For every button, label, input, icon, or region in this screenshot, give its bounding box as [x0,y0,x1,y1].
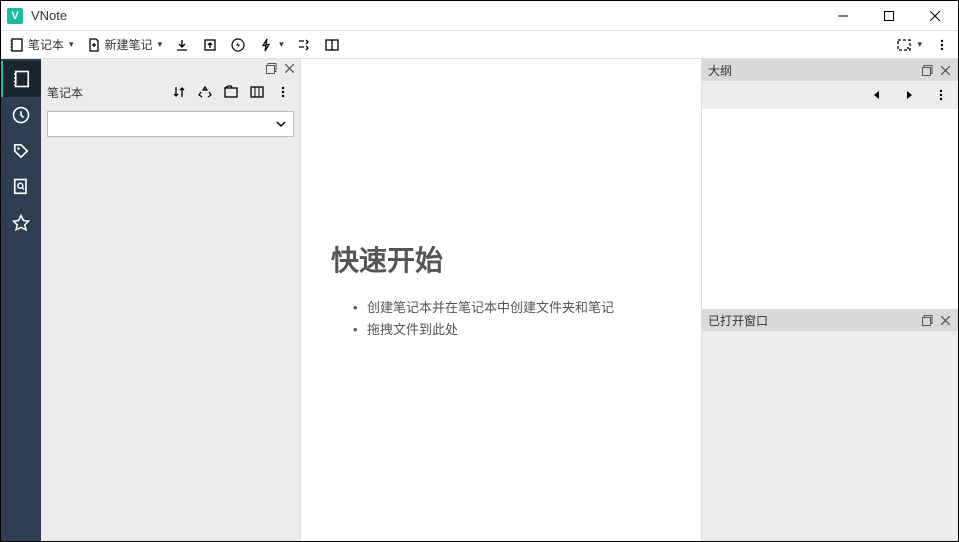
window-controls [820,1,958,31]
kebab-icon [934,37,950,53]
task-icon [296,37,312,53]
notebook-menu-label: 笔记本 [28,36,64,53]
activity-tag-button[interactable] [1,133,41,169]
chevron-down-icon: ▾ [279,39,284,50]
outline-close-icon[interactable] [938,63,952,77]
outline-menu-button[interactable] [930,84,952,106]
export-icon [202,37,218,53]
task-button[interactable] [292,33,316,57]
fullscreen-icon [896,37,912,53]
activity-history-button[interactable] [1,97,41,133]
quickstart-item: 拖拽文件到此处 [367,319,681,341]
outline-toolbar [702,81,958,109]
main-editor-area: 快速开始 创建笔记本并在笔记本中创建文件夹和笔记 拖拽文件到此处 [301,59,701,541]
notebook-selector-dropdown[interactable] [47,111,294,137]
notebook-selector-row [41,107,300,141]
notebook-panel-header: 笔记本 [41,77,300,107]
bolt-icon [258,37,274,53]
panel-restore-icon[interactable] [264,61,278,75]
new-note-button[interactable]: 新建笔记 ▾ [82,33,167,57]
outline-prev-button[interactable] [866,84,888,106]
chevron-down-icon [275,118,287,130]
menu-overflow-button[interactable] [930,33,954,57]
activity-notebook-button[interactable] [1,61,41,97]
panel-top-controls [41,59,300,77]
panel-close-icon[interactable] [282,61,296,75]
explore-button[interactable] [220,81,242,103]
notebook-panel: 笔记本 [41,59,301,541]
open-windows-close-icon[interactable] [938,313,952,327]
open-windows-section-header: 已打开窗口 [702,309,958,331]
activity-bar [1,59,41,541]
outline-restore-icon[interactable] [920,63,934,77]
main-toolbar: 笔记本 ▾ 新建笔记 ▾ ▾ [1,31,958,59]
sort-button[interactable] [168,81,190,103]
open-windows-body [702,331,958,541]
expand-icon [324,37,340,53]
chevron-down-icon: ▾ [69,39,74,50]
quick-action-button[interactable]: ▾ [254,33,288,57]
right-panel: 大纲 已打开窗口 [701,59,958,541]
open-windows-title: 已打开窗口 [708,312,768,329]
lightning-icon [230,37,246,53]
new-file-icon [86,37,102,53]
quickstart-item: 创建笔记本并在笔记本中创建文件夹和笔记 [367,297,681,319]
import-button[interactable] [170,33,194,57]
activity-snippet-button[interactable] [1,205,41,241]
notebook-panel-title: 笔记本 [47,84,164,101]
outline-section-header: 大纲 [702,59,958,81]
notebook-icon [9,37,25,53]
fullscreen-button[interactable]: ▾ [892,33,926,57]
app-icon: V [7,8,23,24]
view-toggle-button[interactable] [246,81,268,103]
maximize-button[interactable] [866,1,912,31]
open-windows-restore-icon[interactable] [920,313,934,327]
outline-title: 大纲 [708,62,732,79]
export-button[interactable] [198,33,222,57]
chevron-down-icon: ▾ [917,39,922,50]
import-icon [174,37,190,53]
expand-button[interactable] [320,33,344,57]
recycle-button[interactable] [194,81,216,103]
close-button[interactable] [912,1,958,31]
panel-menu-button[interactable] [272,81,294,103]
flash-button[interactable] [226,33,250,57]
titlebar: V VNote [1,1,958,31]
quickstart-list: 创建笔记本并在笔记本中创建文件夹和笔记 拖拽文件到此处 [331,297,681,341]
outline-next-button[interactable] [898,84,920,106]
minimize-button[interactable] [820,1,866,31]
chevron-down-icon: ▾ [158,39,163,50]
activity-search-button[interactable] [1,169,41,205]
new-note-label: 新建笔记 [105,36,153,53]
outline-body [702,109,958,309]
app-title: VNote [31,8,820,23]
notebook-menu-button[interactable]: 笔记本 ▾ [5,33,78,57]
content-area: 笔记本 快速开始 创建笔记本并在笔记本中 [1,59,958,541]
quickstart-title: 快速开始 [331,239,681,279]
